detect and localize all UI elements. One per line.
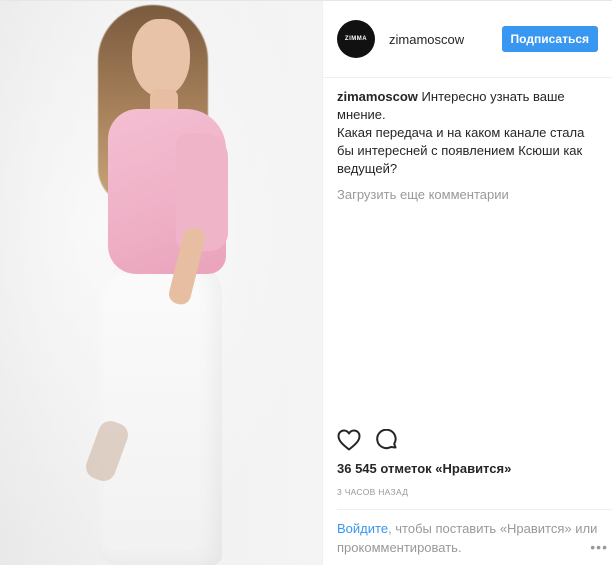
instagram-post: ZIMMA zimamoscow Подписаться zimamoscow …: [0, 0, 612, 565]
comments-section: zimamoscow Интересно узнать ваше мнение.…: [323, 78, 612, 204]
post-header: ZIMMA zimamoscow Подписаться: [323, 1, 612, 78]
more-options-icon[interactable]: •••: [590, 539, 608, 555]
photo-face: [132, 19, 190, 97]
avatar-text: ZIMMA: [344, 36, 368, 42]
photo-pants: [98, 263, 222, 565]
action-bar: [337, 429, 399, 451]
avatar[interactable]: ZIMMA: [337, 20, 375, 58]
caption-line2: Какая передача и на каком канале стала б…: [337, 125, 585, 176]
caption-username[interactable]: zimamoscow: [337, 89, 418, 104]
comment-bubble-icon[interactable]: [375, 429, 399, 451]
login-prompt: Войдите, чтобы поставить «Нравится» или …: [337, 519, 599, 557]
post-photo[interactable]: [0, 1, 322, 565]
divider: [337, 509, 612, 510]
login-link[interactable]: Войдите: [337, 521, 388, 536]
heart-icon[interactable]: [337, 429, 361, 451]
caption: zimamoscow Интересно узнать ваше мнение.…: [337, 88, 598, 178]
post-side-panel: ZIMMA zimamoscow Подписаться zimamoscow …: [322, 1, 612, 565]
header-username[interactable]: zimamoscow: [389, 32, 464, 47]
follow-button[interactable]: Подписаться: [501, 26, 598, 52]
load-more-comments-link[interactable]: Загрузить еще комментарии: [337, 186, 598, 204]
likes-count[interactable]: 36 545 отметок «Нравится»: [337, 461, 511, 476]
post-timestamp[interactable]: 3 ЧАСОВ НАЗАД: [337, 487, 408, 497]
